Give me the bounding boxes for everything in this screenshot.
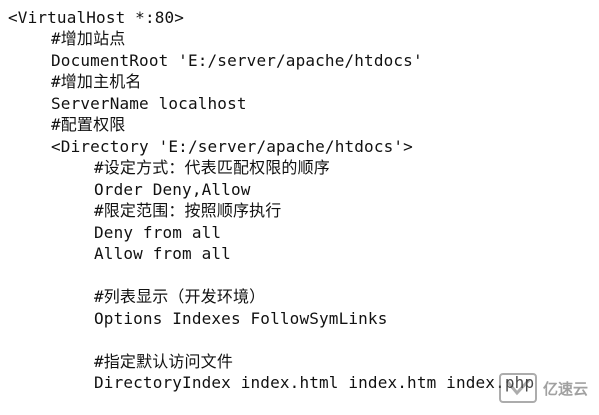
code-line-virtualhost-open: <VirtualHost *:80> — [8, 8, 185, 27]
code-line-comment-add-site: #增加站点 — [51, 29, 126, 48]
code-line-document-root: DocumentRoot 'E:/server/apache/htdocs' — [51, 51, 423, 70]
code-line-allow: Allow from all — [94, 244, 231, 263]
code-line-comment-add-host: #增加主机名 — [51, 72, 142, 91]
watermark: 亿速云 — [499, 370, 595, 406]
code-line-directory-open: <Directory 'E:/server/apache/htdocs'> — [51, 137, 413, 156]
code-line-server-name: ServerName localhost — [51, 94, 247, 113]
watermark-logo-icon — [499, 373, 537, 403]
code-line-deny: Deny from all — [94, 223, 222, 242]
code-line-comment-order-mode: #设定方式：代表匹配权限的顺序 — [94, 158, 330, 177]
code-line-comment-scope: #限定范围：按照顺序执行 — [94, 201, 282, 220]
code-screenshot: <VirtualHost *:80> #增加站点 DocumentRoot 'E… — [0, 0, 599, 415]
watermark-text: 亿速云 — [543, 379, 589, 398]
code-line-options: Options Indexes FollowSymLinks — [94, 309, 388, 328]
code-line-comment-default: #指定默认访问文件 — [94, 352, 233, 371]
code-line-order: Order Deny,Allow — [94, 180, 251, 199]
code-line-comment-permission: #配置权限 — [51, 115, 126, 134]
code-line-directory-index: DirectoryIndex index.html index.htm inde… — [94, 373, 535, 392]
code-line-comment-listing: #列表显示（开发环境） — [94, 287, 266, 306]
